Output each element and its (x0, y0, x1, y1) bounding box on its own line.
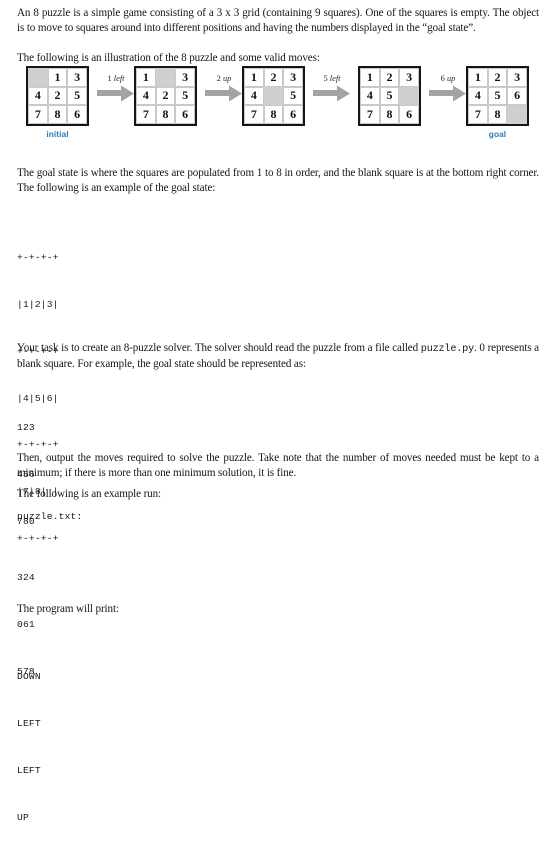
puzzle-cell: 4 (244, 86, 264, 106)
puzzle-cell: 7 (360, 105, 380, 124)
puzzle-cell: 7 (468, 105, 488, 124)
puzzle-cell: 3 (399, 68, 419, 87)
puzzle-grid-2: 1 3 4 2 5 7 8 6 (134, 66, 197, 126)
puzzle-cell: 1 (136, 68, 156, 87)
puzzle-state-4: 1 2 3 4 5 7 8 6 (358, 66, 421, 126)
puzzle-cell: 6 (283, 105, 303, 124)
puzzle-cell: 7 (136, 105, 156, 124)
puzzle-cell: 5 (283, 86, 303, 106)
goal-state-description-paragraph: The goal state is where the squares are … (17, 167, 539, 195)
puzzle-cell (507, 105, 527, 124)
move-label-1: 1 left (107, 74, 125, 83)
program-print-lead-paragraph: The program will print: (17, 603, 119, 615)
puzzle-state-5: 1 2 3 4 5 6 7 8 goal (466, 66, 529, 139)
puzzle-cell: 6 (67, 105, 87, 124)
puzzle-cell: 4 (136, 86, 156, 106)
arrow-right-icon (205, 85, 242, 102)
move-arrow-3: 5 left (309, 74, 355, 102)
puzzle-state-3: 1 2 3 4 5 7 8 6 (242, 66, 305, 126)
puzzle-cell: 2 (47, 86, 68, 106)
task-text-part1: Your task is to create an 8-puzzle solve… (17, 342, 421, 354)
puzzle-grid-1: 1 3 4 2 5 7 8 6 (26, 66, 89, 126)
example-file-label: puzzle.txt: (17, 511, 83, 522)
puzzle-grid-5: 1 2 3 4 5 6 7 8 (466, 66, 529, 126)
moves-note-paragraph: Then, output the moves required to solve… (17, 452, 539, 480)
puzzle-cell: 5 (175, 86, 195, 106)
puzzle-cell: 1 (47, 68, 68, 87)
puzzle-cell (263, 86, 284, 106)
task-paragraph: Your task is to create an 8-puzzle solve… (17, 341, 539, 373)
caption-goal: goal (488, 129, 507, 139)
arrow-right-icon (313, 85, 350, 102)
puzzle-cell: 3 (175, 68, 195, 87)
puzzle-cell: 6 (399, 105, 419, 124)
numeric-line: 061 (17, 618, 35, 630)
puzzle-cell: 3 (507, 68, 527, 87)
puzzle-cell: 4 (28, 86, 48, 106)
puzzle-cell: 2 (487, 68, 508, 87)
puzzle-illustration: 1 3 4 2 5 7 8 6 initial 1 left 1 3 4 2 5… (0, 66, 556, 156)
intro-paragraph: An 8 puzzle is a simple game consisting … (17, 7, 539, 35)
puzzle-cell: 2 (263, 68, 284, 87)
puzzle-cell (28, 68, 48, 87)
arrow-right-icon (429, 85, 466, 102)
puzzle-cell: 1 (244, 68, 264, 87)
numeric-line: 123 (17, 422, 35, 434)
puzzle-cell: 8 (155, 105, 176, 124)
puzzle-cell (155, 68, 176, 87)
puzzle-grid-4: 1 2 3 4 5 7 8 6 (358, 66, 421, 126)
puzzle-state-1: 1 3 4 2 5 7 8 6 initial (26, 66, 89, 139)
puzzle-cell: 1 (360, 68, 380, 87)
puzzle-cell: 2 (155, 86, 176, 106)
move-line: DOWN (17, 671, 41, 683)
puzzle-cell: 4 (360, 86, 380, 106)
example-run-lead-paragraph: The following is an example run: (17, 488, 162, 500)
puzzle-cell: 8 (263, 105, 284, 124)
illustration-lead-paragraph: The following is an illustration of the … (17, 52, 320, 64)
puzzle-cell: 4 (468, 86, 488, 106)
puzzle-cell: 8 (487, 105, 508, 124)
move-arrow-4: 6 up (425, 74, 471, 102)
puzzle-cell: 7 (244, 105, 264, 124)
move-label-2: 2 up (216, 74, 232, 83)
puzzle-cell: 8 (47, 105, 68, 124)
puzzle-cell: 8 (379, 105, 400, 124)
puzzle-cell: 3 (283, 68, 303, 87)
puzzle-cell (399, 86, 419, 106)
puzzle-cell: 3 (67, 68, 87, 87)
document-page: An 8 puzzle is a simple game consisting … (0, 0, 556, 823)
puzzle-cell: 2 (379, 68, 400, 87)
ascii-line: |1|2|3| (17, 298, 59, 310)
move-line: UP (17, 811, 29, 823)
puzzle-cell: 7 (28, 105, 48, 124)
move-arrow-2: 2 up (201, 74, 247, 102)
arrow-right-icon (97, 85, 134, 102)
puzzle-cell: 6 (507, 86, 527, 106)
move-line: LEFT (17, 764, 41, 776)
puzzle-cell: 6 (175, 105, 195, 124)
puzzle-cell: 5 (67, 86, 87, 106)
puzzle-grid-3: 1 2 3 4 5 7 8 6 (242, 66, 305, 126)
move-arrow-1: 1 left (93, 74, 139, 102)
move-label-3: 5 left (323, 74, 341, 83)
task-filename: puzzle.py (420, 344, 474, 355)
move-line: LEFT (17, 717, 41, 729)
move-label-4: 6 up (440, 74, 456, 83)
puzzle-cell: 5 (487, 86, 508, 106)
puzzle-cell: 5 (379, 86, 400, 106)
numeric-line: 324 (17, 572, 35, 584)
caption-initial: initial (46, 129, 69, 139)
puzzle-cell: 1 (468, 68, 488, 87)
ascii-line: +-+-+-+ (17, 252, 59, 264)
example-output-block: DOWN LEFT LEFT UP (17, 638, 41, 856)
puzzle-state-2: 1 3 4 2 5 7 8 6 (134, 66, 197, 126)
